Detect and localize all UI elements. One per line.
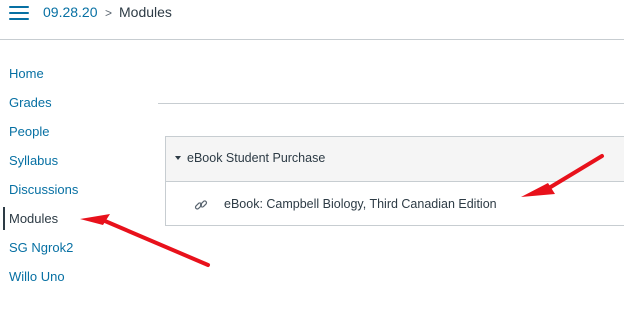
module-title: eBook Student Purchase	[187, 151, 326, 165]
breadcrumb-course-link[interactable]: 09.28.20	[43, 4, 98, 20]
breadcrumb-separator: >	[105, 6, 113, 20]
course-navigation: Home Grades People Syllabus Discussions …	[0, 59, 150, 291]
module-panel: eBook Student Purchase eBook: Campbell B…	[165, 136, 624, 226]
sidebar-item-grades[interactable]: Grades	[0, 88, 150, 117]
module-header[interactable]: eBook Student Purchase	[166, 137, 624, 182]
sidebar-item-willo-uno[interactable]: Willo Uno	[0, 262, 150, 291]
content-divider	[158, 103, 624, 104]
sidebar-item-syllabus[interactable]: Syllabus	[0, 146, 150, 175]
module-item[interactable]: eBook: Campbell Biology, Third Canadian …	[166, 182, 624, 225]
sidebar-item-home[interactable]: Home	[0, 59, 150, 88]
sidebar-item-modules[interactable]: Modules	[0, 204, 150, 233]
sidebar-item-people[interactable]: People	[0, 117, 150, 146]
link-icon	[194, 200, 208, 210]
sidebar-item-discussions[interactable]: Discussions	[0, 175, 150, 204]
breadcrumb-current: Modules	[119, 4, 172, 20]
caret-down-icon[interactable]	[175, 156, 181, 160]
module-item-title[interactable]: eBook: Campbell Biology, Third Canadian …	[224, 197, 497, 211]
top-header: 09.28.20 > Modules	[0, 0, 624, 40]
hamburger-menu-icon[interactable]	[9, 4, 29, 22]
sidebar-item-sg-ngrok2[interactable]: SG Ngrok2	[0, 233, 150, 262]
